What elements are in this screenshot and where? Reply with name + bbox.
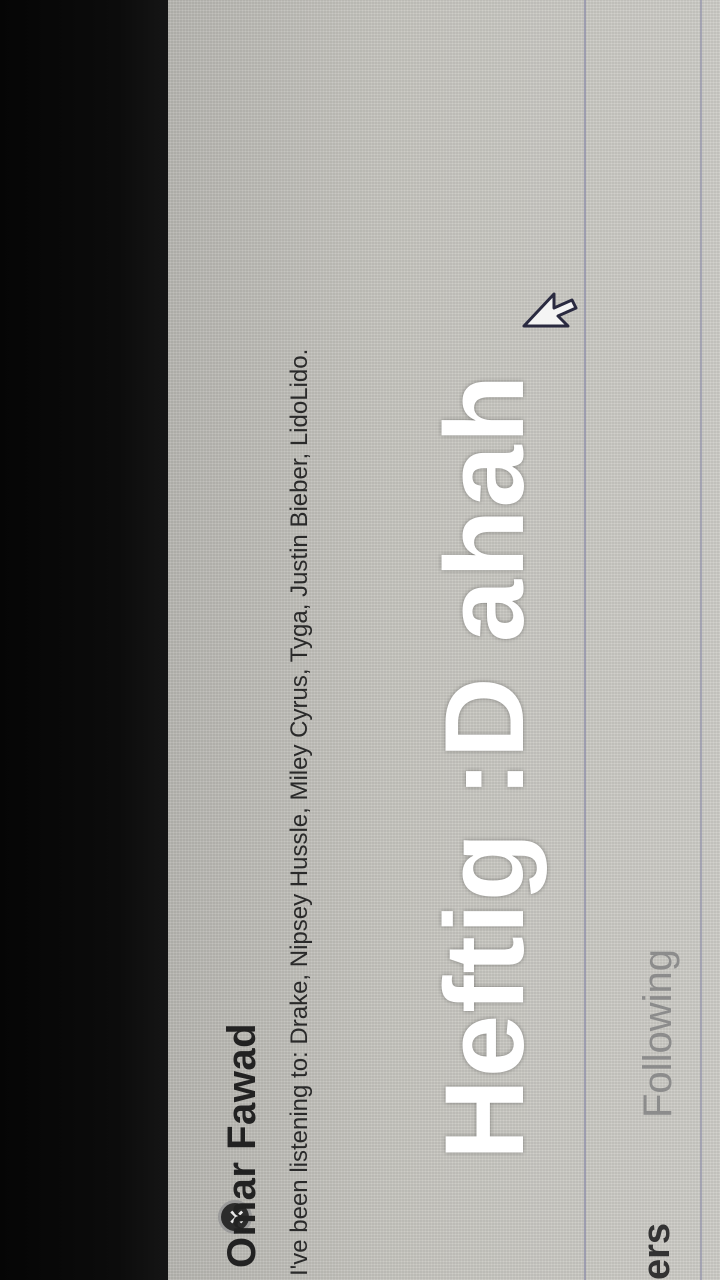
dark-top-area (0, 0, 168, 1280)
caption-overlay: Heftig :D ahah (422, 372, 547, 1160)
tabs-divider (700, 0, 702, 1280)
tab-followers[interactable]: ers (636, 1223, 679, 1280)
tab-following[interactable]: Following (636, 949, 681, 1118)
profile-name: Omar Fawad (220, 1022, 264, 1268)
mouse-pointer-icon (522, 292, 578, 328)
divider (584, 0, 586, 1280)
photo-of-screen: ✕ Omar Fawad I've been listening to: Dra… (0, 0, 720, 1280)
rotated-screen: ✕ Omar Fawad I've been listening to: Dra… (0, 0, 720, 1280)
listening-status: I've been listening to: Drake, Nipsey Hu… (286, 348, 313, 1276)
